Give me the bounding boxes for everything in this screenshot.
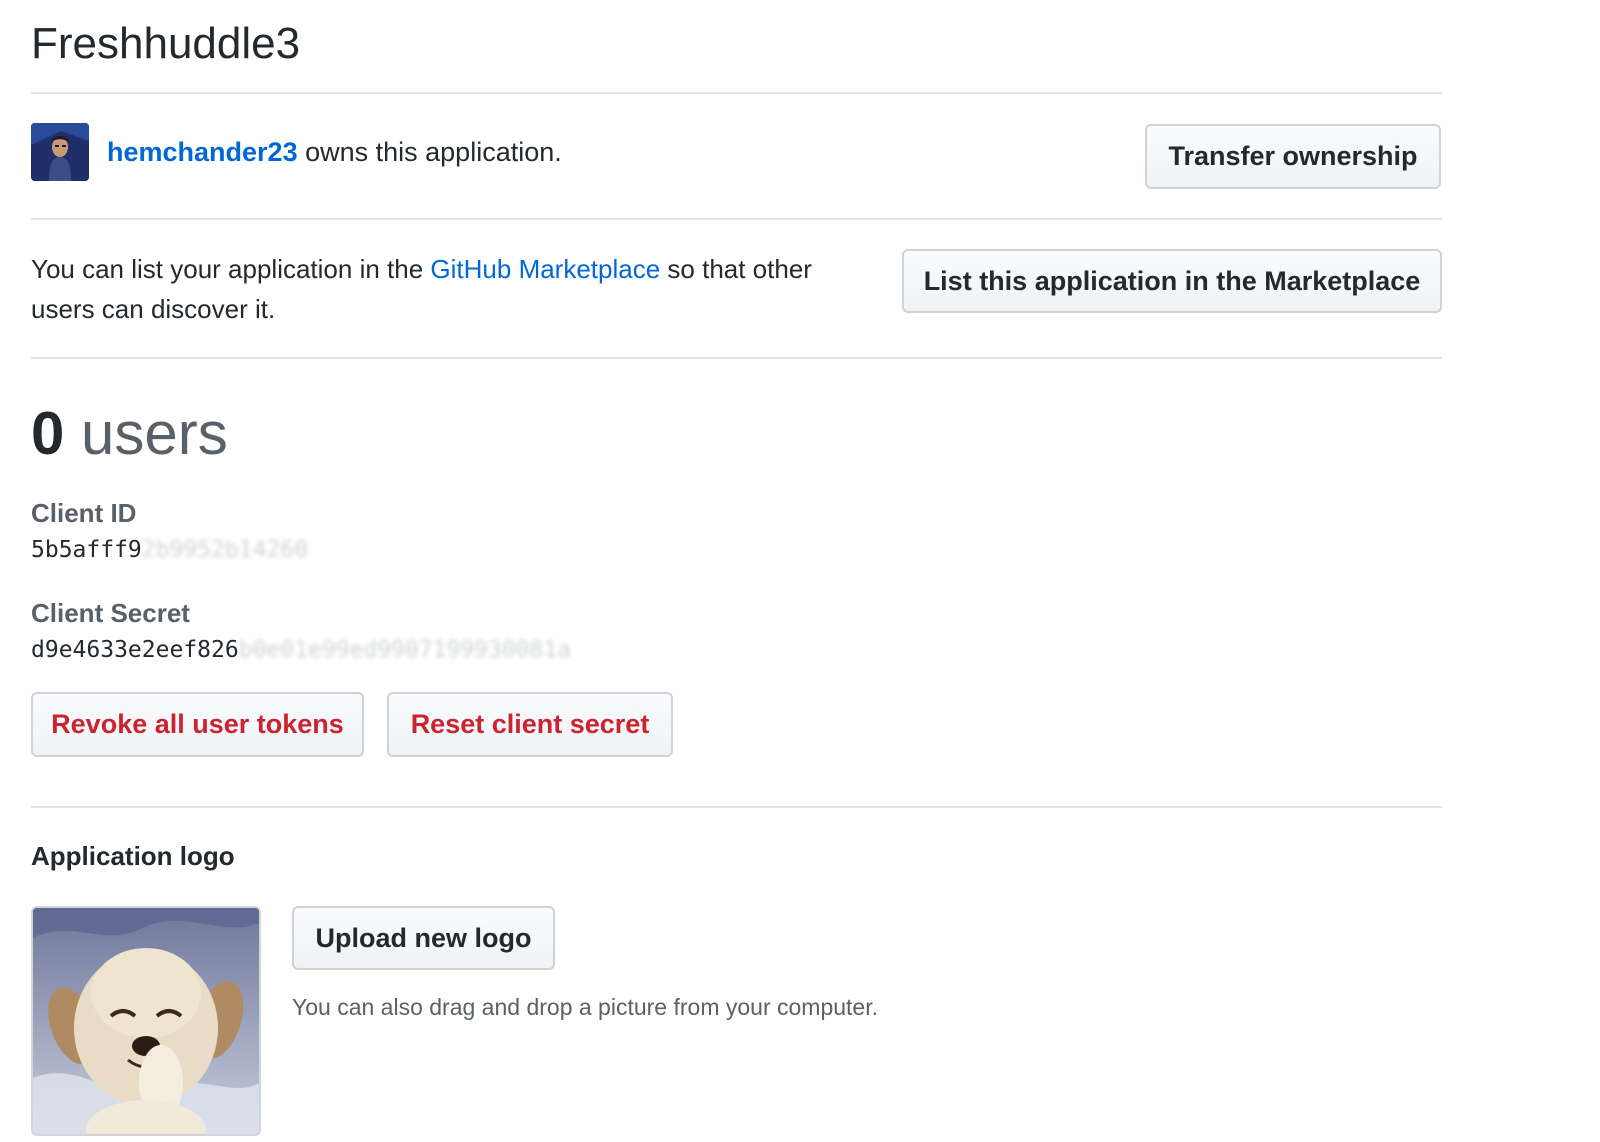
application-logo-image	[31, 906, 261, 1136]
owner-statement: hemchander23 owns this application.	[107, 135, 562, 169]
list-in-marketplace-button[interactable]: List this application in the Marketplace	[902, 249, 1442, 313]
client-id-value: 5b5afff92b9952b14260	[31, 535, 308, 565]
owner-suffix: owns this application.	[297, 137, 562, 167]
client-id-visible: 5b5afff9	[31, 537, 142, 563]
client-id-label: Client ID	[31, 498, 137, 528]
user-count-label: users	[81, 400, 228, 467]
logo-upload-hint: You can also drag and drop a picture fro…	[292, 994, 878, 1020]
client-secret-value: d9e4633e2eef826b0e01e99ed9907199930081a	[31, 635, 571, 665]
marketplace-text-before: You can list your application in the	[31, 254, 431, 284]
reset-client-secret-button[interactable]: Reset client secret	[387, 692, 673, 757]
marketplace-description: You can list your application in the Git…	[31, 249, 871, 329]
client-secret-label: Client Secret	[31, 598, 190, 628]
divider	[31, 357, 1442, 359]
user-count: 0 users	[31, 398, 228, 470]
upload-new-logo-button[interactable]: Upload new logo	[292, 906, 555, 970]
page-title: Freshhuddle3	[31, 19, 301, 68]
divider	[31, 92, 1442, 94]
owner-username-link[interactable]: hemchander23	[107, 137, 298, 167]
client-secret-obscured: b0e01e99ed9907199930081a	[238, 637, 572, 663]
puppy-logo-icon	[33, 908, 259, 1134]
client-id-obscured: 2b9952b14260	[141, 537, 308, 563]
divider	[31, 806, 1442, 808]
client-secret-visible: d9e4633e2eef826	[31, 637, 239, 663]
revoke-all-user-tokens-button[interactable]: Revoke all user tokens	[31, 692, 364, 757]
avatar[interactable]	[31, 123, 89, 181]
avatar-image	[31, 123, 89, 181]
user-count-number: 0	[31, 400, 65, 467]
transfer-ownership-button[interactable]: Transfer ownership	[1145, 124, 1441, 189]
application-logo-heading: Application logo	[31, 841, 235, 871]
divider	[31, 218, 1442, 220]
github-marketplace-link[interactable]: GitHub Marketplace	[430, 254, 660, 284]
